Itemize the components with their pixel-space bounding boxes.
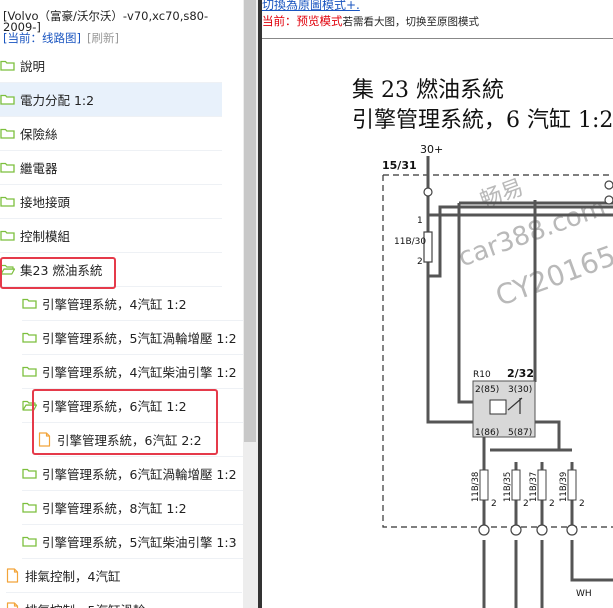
tree-item-5cyl-diesel[interactable]: 引擎管理系統，5汽缸柴油引擎 1:3 [22, 525, 258, 559]
tree-item-label: 引擎管理系統，5汽缸渦輪增壓 1:2 [42, 331, 237, 346]
folder-icon [0, 128, 15, 139]
header-links: [当前：线路图] [刷新] [3, 31, 235, 45]
folder-icon [0, 230, 15, 241]
wiring-diagram: 畅易 car388.com CY20165 30+ 15/31 11B/30 1… [382, 143, 613, 608]
tree-panel: [Volvo（富豪/沃尔沃）-v70,xc70,s80-2009-] [当前：线… [0, 0, 258, 608]
tree-item-label: 排氣控制，5汽缸渦輪 [25, 600, 145, 608]
folder-icon [22, 298, 37, 309]
relay-coil-icon [489, 399, 507, 415]
tree-item-ground-joints[interactable]: 接地接頭 [0, 185, 222, 219]
current-link[interactable]: [当前：线路图] [3, 31, 81, 45]
tree-item-power-distribution[interactable]: 電力分配 1:2 [0, 83, 222, 117]
label-pin2-b: 2 [523, 499, 529, 509]
folder-icon [22, 366, 37, 377]
tree-scrollbar-thumb[interactable] [244, 0, 256, 442]
label-30plus: 30+ [420, 143, 443, 156]
folder-icon [22, 502, 37, 513]
label-pin2-a: 2 [491, 499, 497, 509]
label-pin2-d: 2 [579, 499, 585, 509]
tree-item-4cyl[interactable]: 引擎管理系統，4汽缸 1:2 [22, 287, 258, 321]
tree-item-fuses[interactable]: 保險絲 [0, 117, 222, 151]
highlight-fuel-system [0, 257, 116, 289]
label-pin2-c: 2 [549, 499, 555, 509]
tree-item-label: 排氣控制，4汽缸 [25, 569, 121, 584]
tree-item-8cyl[interactable]: 引擎管理系統，8汽缸 1:2 [22, 491, 258, 525]
viewer-panel: 切換為原圖模式+. 当前：预览模式若需看大图，切换至原图模式 集 23 燃油系統… [262, 0, 613, 608]
label-11b37: 11B/37 [529, 472, 539, 502]
tree-header: [Volvo（富豪/沃尔沃）-v70,xc70,s80-2009-] [当前：线… [3, 9, 235, 45]
tree-item-label: 繼電器 [20, 161, 58, 176]
tree-item-exhaust-5cyl[interactable]: 排氣控制，5汽缸渦輪 [6, 593, 242, 608]
label-pin-2: 2 [417, 257, 423, 267]
tree-item-relays[interactable]: 繼電器 [0, 151, 222, 185]
tree-item-label: 引擎管理系統，8汽缸 1:2 [42, 501, 187, 516]
tree-item-4cyl-diesel[interactable]: 引擎管理系統，4汽缸柴油引擎 1:2 [22, 355, 258, 389]
label-r10: R10 [473, 370, 491, 380]
folder-icon [0, 196, 15, 207]
tree-item-label: 說明 [20, 59, 46, 74]
watermark: 畅易 car388.com CY20165 [454, 175, 613, 313]
document-icon [6, 602, 19, 608]
folder-icon [22, 468, 37, 479]
tree-item-control-modules[interactable]: 控制模組 [0, 219, 222, 253]
label-85: 2(85) [475, 385, 499, 395]
label-86: 1(86) [475, 428, 499, 438]
tree-item-label: 保險絲 [20, 127, 58, 142]
tree-item-label: 接地接頭 [20, 195, 71, 210]
label-11b38: 11B/38 [471, 472, 481, 502]
tree-item-6cyl-turbo[interactable]: 引擎管理系統，6汽缸渦輪增壓 1:2 [22, 457, 258, 491]
folder-icon [22, 536, 37, 547]
label-11b39: 11B/39 [559, 472, 569, 502]
label-pin-1: 1 [417, 216, 423, 226]
label-30: 3(30) [508, 385, 532, 395]
refresh-link[interactable]: [刷新] [87, 31, 119, 45]
label-87: 5(87) [508, 428, 532, 438]
label-11b35: 11B/35 [503, 472, 513, 502]
tree-item-label: 引擎管理系統，4汽缸柴油引擎 1:2 [42, 365, 237, 380]
tree-item-label: 引擎管理系統，5汽缸柴油引擎 1:3 [42, 535, 237, 550]
tree-item-exhaust-4cyl[interactable]: 排氣控制，4汽缸 [6, 559, 242, 593]
label-15-31: 15/31 [382, 159, 417, 172]
document-icon [6, 568, 19, 583]
tree-item-label: 控制模組 [20, 229, 71, 244]
folder-icon [0, 94, 15, 105]
highlight-6cyl [32, 389, 218, 455]
label-2-32: 2/32 [507, 367, 534, 380]
folder-icon [0, 60, 15, 71]
tree-item-label: 引擎管理系統，6汽缸渦輪增壓 1:2 [42, 467, 237, 482]
folder-icon [22, 332, 37, 343]
tree-item-label: 引擎管理系統，4汽缸 1:2 [42, 297, 187, 312]
tree-item-label: 電力分配 1:2 [20, 93, 95, 108]
label-11b30: 11B/30 [394, 237, 426, 247]
folder-icon [0, 162, 15, 173]
vehicle-title: [Volvo（富豪/沃尔沃）-v70,xc70,s80-2009-] [3, 9, 209, 34]
tree-item-description[interactable]: 說明 [0, 49, 222, 83]
tree-item-5cyl-turbo[interactable]: 引擎管理系統，5汽缸渦輪增壓 1:2 [22, 321, 258, 355]
label-wh: WH [576, 589, 592, 599]
